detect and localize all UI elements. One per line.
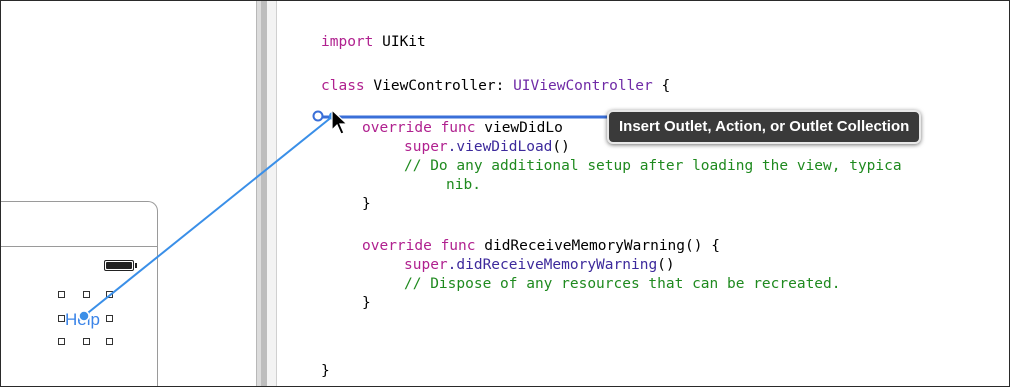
help-button-label[interactable]: Help — [65, 310, 100, 330]
code-text: } — [362, 295, 371, 311]
interface-builder-canvas[interactable]: Help — [1, 1, 256, 386]
code-line-closing-brace[interactable]: } — [362, 195, 371, 213]
comment-text: nib. — [446, 177, 481, 193]
code-line-comment[interactable]: // Do any additional setup after loading… — [404, 157, 902, 175]
code-line-comment[interactable]: // Dispose of any resources that can be … — [404, 275, 841, 293]
superclass-name: UIViewController — [513, 78, 653, 94]
insert-connection-tooltip: Insert Outlet, Action, or Outlet Collect… — [607, 110, 922, 144]
keyword: override — [362, 238, 432, 254]
resize-handle-top-left[interactable] — [58, 291, 65, 298]
editor-gutter — [267, 1, 277, 386]
method-call: .didReceiveMemoryWarning — [447, 257, 658, 273]
resize-handle-left[interactable] — [58, 315, 65, 322]
code-line-class-declaration[interactable]: class ViewController: UIViewController { — [321, 77, 670, 95]
comment-text: // Dispose of any resources that can be … — [404, 276, 841, 292]
code-line-super-viewdidload[interactable]: super.viewDidLoad() — [404, 138, 570, 156]
keyword: super — [404, 139, 448, 155]
code-text: () — [657, 257, 675, 273]
method-call: .viewDidLoad — [447, 139, 553, 155]
keyword: import — [321, 34, 374, 50]
code-text: viewDidLo — [484, 120, 563, 136]
resize-handle-top-right[interactable] — [106, 291, 113, 298]
battery-icon — [104, 260, 137, 271]
resize-handle-bottom-left[interactable] — [58, 338, 65, 345]
xcode-assistant-editor: Help import UIKit class ViewController: … — [0, 0, 1010, 387]
code-line-closing-brace[interactable]: } — [362, 294, 371, 312]
code-text: () — [552, 139, 570, 155]
keyword: func — [440, 238, 476, 254]
keyword: override — [362, 120, 432, 136]
status-bar-divider — [1, 246, 157, 247]
class-name: ViewController: — [364, 78, 514, 94]
keyword: class — [321, 78, 365, 94]
keyword: func — [440, 120, 476, 136]
code-line-comment[interactable]: nib. — [446, 176, 481, 194]
view-controller-scene[interactable] — [1, 201, 158, 386]
code-line-import[interactable]: import UIKit — [321, 33, 426, 51]
code-text: didReceiveMemoryWarning() { — [484, 238, 720, 254]
code-line-memory-warning-declaration[interactable]: override func didReceiveMemoryWarning() … — [362, 237, 720, 255]
resize-handle-bottom[interactable] — [83, 338, 90, 345]
code-text: UIKit — [373, 34, 426, 50]
resize-handle-bottom-right[interactable] — [106, 338, 113, 345]
code-text: { — [652, 78, 671, 94]
resize-handle-right[interactable] — [106, 315, 113, 322]
code-line-class-closing-brace[interactable]: } — [321, 362, 330, 380]
code-editor[interactable]: import UIKit class ViewController: UIVie… — [277, 1, 1009, 386]
code-text: } — [321, 363, 330, 379]
resize-handle-top[interactable] — [83, 291, 90, 298]
code-text: } — [362, 196, 371, 212]
keyword: super — [404, 257, 448, 273]
code-line-super-memory-warning[interactable]: super.didReceiveMemoryWarning() — [404, 256, 675, 274]
comment-text: // Do any additional setup after loading… — [404, 158, 902, 174]
code-line-viewdidload-declaration[interactable]: override func viewDidLo — [362, 119, 563, 137]
